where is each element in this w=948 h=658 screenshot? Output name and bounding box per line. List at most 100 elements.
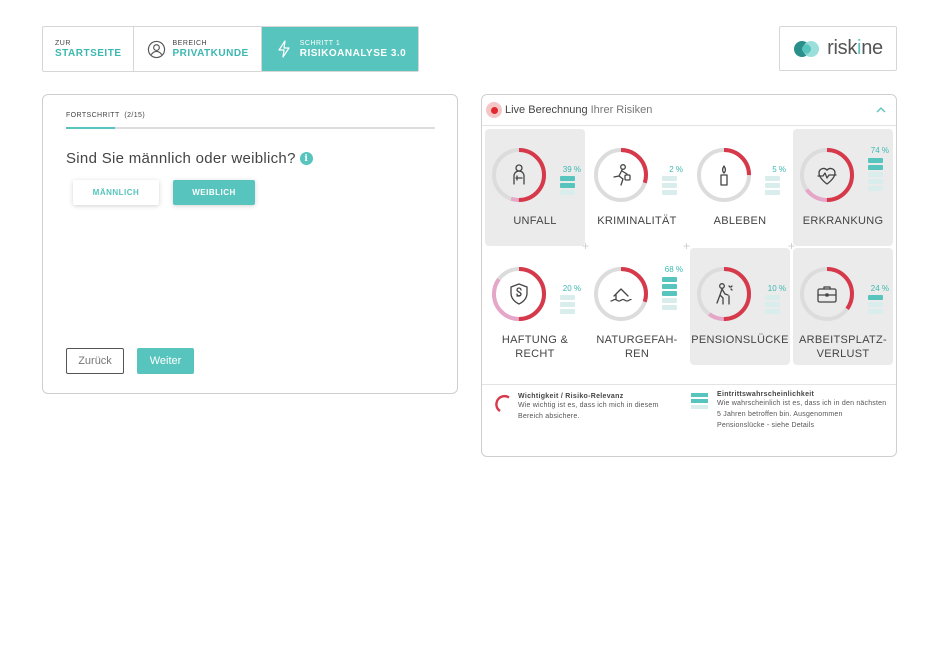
probability-bar xyxy=(868,302,883,307)
probability-bars xyxy=(662,277,677,312)
risk-tile[interactable]: 10 % PENSIONSLÜCKE xyxy=(690,248,790,365)
probability-bar xyxy=(765,295,780,300)
risk-tile[interactable]: 20 % HAFTUNG & RECHT xyxy=(485,248,585,365)
user-circle-icon xyxy=(146,39,166,59)
next-button[interactable]: Weiter xyxy=(137,348,194,374)
nav-step-small: SCHRITT 1 xyxy=(299,39,341,47)
progress-bar xyxy=(66,127,435,129)
risk-tile[interactable]: 68 % NATURGEFAH- REN xyxy=(587,248,687,365)
progress-label: FORTSCHRITT (2/15) xyxy=(66,112,146,119)
nav-area[interactable]: BEREICH PRIVATKUNDE xyxy=(133,27,260,71)
probability-bar xyxy=(868,172,883,177)
probability-bar xyxy=(765,302,780,307)
risk-tile[interactable]: 2 % KRIMINALITÄT xyxy=(587,129,687,246)
risk-name: HAFTUNG & RECHT xyxy=(501,334,569,360)
legend: Wichtigkeit / Risiko-Relevanz Wie wichti… xyxy=(482,384,896,456)
probability-bar xyxy=(765,176,780,181)
question-card: FORTSCHRITT (2/15) Sind Sie männlich ode… xyxy=(42,94,458,394)
lightning-icon xyxy=(274,39,294,59)
probability-bar xyxy=(560,183,575,188)
nav-home-label: STARTSEITE xyxy=(55,47,122,59)
importance-ring-icon xyxy=(495,394,510,412)
risk-name: NATURGEFAH- REN xyxy=(596,334,678,360)
live-title: Live Berechnung Ihrer Risiken xyxy=(505,104,653,116)
probability-bar xyxy=(868,165,883,170)
heart-pulse-icon xyxy=(817,167,837,185)
probability-bars xyxy=(662,176,677,197)
risk-percent: 5 % xyxy=(772,165,786,174)
paragraph-shield-icon xyxy=(510,283,528,305)
legend-probability-title: Eintrittswahrscheinlichkeit xyxy=(717,391,815,398)
legend-probability-text: Wie wahrscheinlich ist es, dass ich in d… xyxy=(717,400,887,429)
risk-tile[interactable]: 74 % ERKRANKUNG xyxy=(793,129,893,246)
probability-bar xyxy=(765,190,780,195)
option-male-button[interactable]: MÄNNLICH xyxy=(73,180,159,205)
option-female-button[interactable]: WEIBLICH xyxy=(173,180,255,205)
risk-percent: 20 % xyxy=(562,284,581,293)
probability-bar xyxy=(662,305,677,310)
person-injury-icon xyxy=(513,164,525,185)
progress-fill xyxy=(66,127,116,129)
probability-bar xyxy=(662,183,677,188)
probability-bars xyxy=(560,176,575,197)
logo-mark-icon xyxy=(794,40,820,57)
probability-bar xyxy=(662,176,677,181)
probability-bar xyxy=(560,176,575,181)
probability-bar xyxy=(868,295,883,300)
risk-name: ARBEITSPLATZ- VERLUST xyxy=(798,334,888,360)
risk-tile[interactable]: 39 % UNFALL xyxy=(485,129,585,246)
legend-importance-text: Wie wichtig ist es, dass ich mich in die… xyxy=(518,402,659,420)
chevron-up-icon[interactable] xyxy=(874,103,888,117)
thief-running-icon xyxy=(613,164,631,186)
probability-bar xyxy=(560,309,575,314)
probability-bars-icon xyxy=(691,393,708,409)
probability-bar xyxy=(662,277,677,282)
grid-plus: + xyxy=(683,239,691,253)
briefcase-icon xyxy=(817,286,837,303)
probability-bar xyxy=(662,298,677,303)
probability-bars xyxy=(560,295,575,316)
question-title: Sind Sie männlich oder weiblich? i xyxy=(66,150,313,167)
live-record-icon xyxy=(486,102,502,118)
info-icon[interactable]: i xyxy=(299,152,313,165)
live-header[interactable]: Live Berechnung Ihrer Risiken xyxy=(482,95,896,126)
nav-home-small: ZUR xyxy=(55,39,71,47)
probability-bar xyxy=(868,309,883,314)
live-calculation-card: Live Berechnung Ihrer Risiken 39 % UNFALL… xyxy=(481,94,897,457)
probability-bar xyxy=(868,158,883,163)
risk-percent: 39 % xyxy=(562,165,581,174)
risk-percent: 2 % xyxy=(669,165,683,174)
riskine-logo[interactable]: riskine xyxy=(779,26,897,71)
back-button[interactable]: Zurück xyxy=(66,348,124,374)
probability-bars xyxy=(765,295,780,316)
breadcrumb-nav: ZUR STARTSEITE BEREICH PRIVATKUNDE SCHRI… xyxy=(42,26,420,72)
probability-bar xyxy=(662,284,677,289)
risk-percent: 24 % xyxy=(870,284,889,293)
probability-bar xyxy=(868,179,883,184)
risk-name: KRIMINALITÄT xyxy=(597,215,677,227)
grid-plus: + xyxy=(582,239,590,253)
house-flood-icon xyxy=(610,288,632,302)
probability-bar xyxy=(560,295,575,300)
probability-bar xyxy=(765,183,780,188)
risk-percent: 74 % xyxy=(870,146,889,155)
nav-home[interactable]: ZUR STARTSEITE xyxy=(43,27,133,71)
elderly-person-icon xyxy=(716,283,733,305)
probability-bar xyxy=(560,190,575,195)
probability-bars xyxy=(868,295,883,316)
risk-percent: 68 % xyxy=(664,265,683,274)
legend-importance-title: Wichtigkeit / Risiko-Relevanz xyxy=(518,393,624,400)
risk-name: UNFALL xyxy=(513,215,557,227)
legend-probability: Eintrittswahrscheinlichkeit Wie wahrsche… xyxy=(691,391,892,431)
risk-percent: 10 % xyxy=(767,284,786,293)
risk-tile[interactable]: 24 % ARBEITSPLATZ- VERLUST xyxy=(793,248,893,365)
nav-step[interactable]: SCHRITT 1 RISIKOANALYSE 3.0 xyxy=(260,27,419,71)
nav-area-small: BEREICH xyxy=(172,39,208,47)
risk-name: ABLEBEN xyxy=(713,215,767,227)
probability-bar xyxy=(662,190,677,195)
candle-icon xyxy=(720,165,728,186)
logo-text: riskine xyxy=(827,37,883,59)
probability-bars xyxy=(765,176,780,197)
risk-tile[interactable]: 5 % ABLEBEN xyxy=(690,129,790,246)
risk-name: ERKRANKUNG xyxy=(802,215,884,227)
